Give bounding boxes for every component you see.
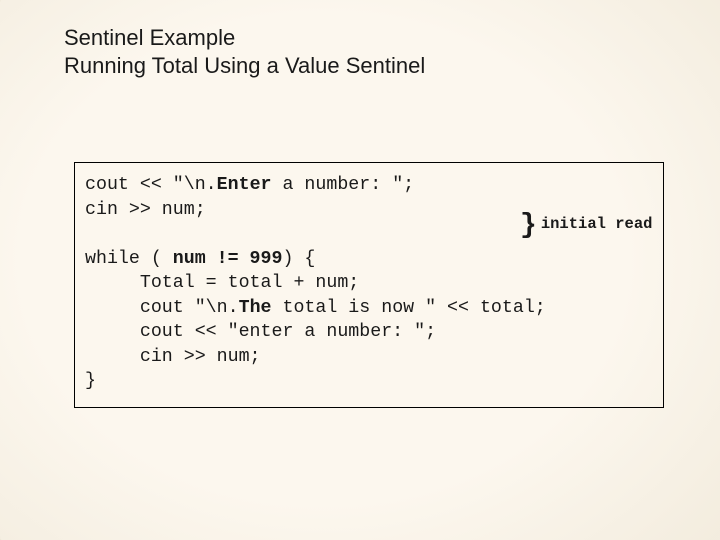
code-l5b: total is now " << total;: [272, 298, 546, 318]
code-l1-kw: Enter: [217, 175, 272, 195]
code-l5a: cout "\n.: [85, 298, 239, 318]
code-l8: }: [85, 371, 96, 391]
slide-title: Sentinel Example Running Total Using a V…: [64, 24, 425, 79]
code-l5-kw: The: [239, 298, 272, 318]
code-l3a: while (: [85, 249, 173, 269]
code-l3-kw: num != 999: [173, 249, 283, 269]
code-l1b: a number: ";: [272, 175, 415, 195]
title-line-1: Sentinel Example: [64, 24, 425, 52]
code-l1a: cout << "\n.: [85, 175, 217, 195]
brace-icon: }: [520, 218, 537, 235]
code-l3b: ) {: [282, 249, 315, 269]
annotation-initial-read: } initial read: [520, 176, 652, 273]
slide: Sentinel Example Running Total Using a V…: [0, 0, 720, 540]
code-l6: cout << "enter a number: ";: [85, 322, 436, 342]
annotation-label: initial read: [541, 215, 653, 234]
title-line-2: Running Total Using a Value Sentinel: [64, 52, 425, 80]
code-l2: cin >> num;: [85, 200, 206, 220]
code-l7: cin >> num;: [85, 347, 261, 367]
code-l4: Total = total + num;: [85, 273, 359, 293]
